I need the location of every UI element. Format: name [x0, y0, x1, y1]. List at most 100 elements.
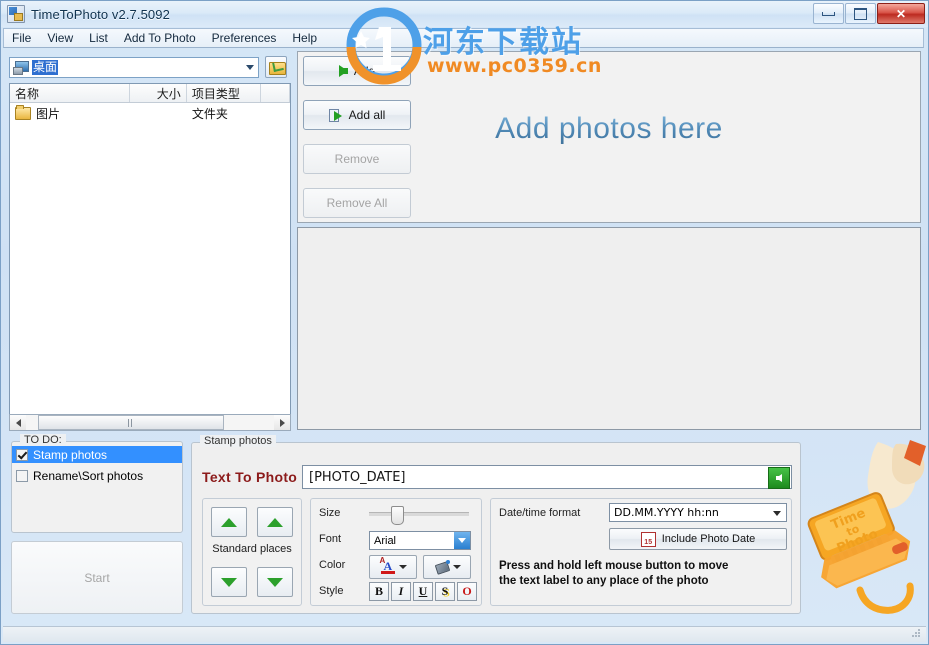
application-window: TimeToPhoto v2.7.5092 ✕ File View List A… [0, 0, 929, 645]
add-all-icon [328, 108, 343, 122]
green-back-arrow-icon[interactable] [768, 467, 790, 489]
checkbox-rename-sort-photos[interactable] [16, 469, 28, 482]
chevron-down-icon[interactable] [246, 64, 254, 70]
chevron-down-icon[interactable] [452, 565, 461, 569]
chevron-down-icon[interactable] [398, 565, 407, 569]
size-slider-thumb[interactable] [391, 506, 404, 525]
standard-places-label: Standard places [212, 543, 292, 555]
resize-grip[interactable] [911, 628, 922, 639]
close-button[interactable]: ✕ [877, 3, 925, 24]
status-bar [3, 626, 926, 642]
column-header-extra[interactable] [261, 84, 290, 102]
file-list-hscrollbar[interactable] [9, 414, 291, 431]
photo-list-area[interactable] [297, 227, 921, 430]
file-type-cell: 文件夹 [191, 106, 228, 121]
calendar-icon: 15 [640, 531, 656, 547]
datetime-format-value: DD.MM.YYYY hh:nn [614, 506, 719, 519]
menu-item-list[interactable]: List [81, 29, 116, 47]
place-top-left-button[interactable] [211, 507, 247, 537]
add-button-label: Add [353, 64, 376, 78]
add-all-button[interactable]: Add all [303, 100, 411, 130]
todo-group: TO DO: Stamp photos Rename\Sort photos [11, 434, 183, 533]
window-title: TimeToPhoto v2.7.5092 [31, 6, 170, 22]
path-combobox[interactable]: 桌面 [9, 56, 259, 78]
bold-button[interactable]: B [369, 582, 389, 601]
chevron-down-icon[interactable] [773, 511, 781, 516]
stamp-photos-group: Stamp photos Text To Photo [PHOTO_DATE] … [191, 435, 801, 614]
menu-item-help[interactable]: Help [284, 29, 325, 47]
datetime-format-combobox[interactable]: DD.MM.YYYY hh:nn [609, 503, 787, 522]
move-label-hint-line2: the text label to any place of the photo [499, 575, 709, 587]
window-controls: ✕ [813, 3, 925, 24]
svg-text:Photo: Photo [835, 527, 880, 557]
start-button-label: Start [84, 570, 110, 585]
place-bottom-left-button[interactable] [211, 567, 247, 597]
scroll-right-icon[interactable] [274, 415, 290, 430]
title-bar: TimeToPhoto v2.7.5092 ✕ [1, 1, 928, 27]
path-row: 桌面 [9, 56, 291, 78]
checkbox-stamp-photos[interactable] [16, 448, 28, 461]
maximize-button[interactable] [845, 3, 876, 24]
stamp-photos-legend: Stamp photos [200, 435, 276, 447]
shadow-button[interactable]: S [435, 582, 455, 601]
outline-button[interactable]: O [457, 582, 477, 601]
browse-folder-button[interactable] [265, 56, 287, 78]
include-photo-date-button[interactable]: 15 Include Photo Date [609, 528, 787, 550]
datetime-format-label: Date/time format [499, 507, 581, 519]
path-value: 桌面 [32, 59, 59, 75]
svg-text:Time: Time [829, 506, 868, 533]
scroll-thumb[interactable] [38, 415, 224, 430]
text-to-photo-label: Text To Photo [202, 469, 298, 485]
column-header-type[interactable]: 项目类型 [187, 84, 262, 102]
start-button[interactable]: Start [11, 541, 183, 614]
table-row[interactable]: 图片 文件夹 [10, 103, 290, 123]
italic-button[interactable]: I [391, 582, 411, 601]
menu-item-preferences[interactable]: Preferences [204, 29, 285, 47]
move-label-hint: Press and hold left mouse button to move… [499, 559, 789, 589]
fill-color-button[interactable] [423, 555, 471, 579]
app-icon [7, 5, 25, 23]
scroll-track[interactable] [26, 415, 274, 430]
todo-item-rename-sort-photos-label: Rename\Sort photos [33, 468, 144, 483]
font-settings-panel: Size Font Arial Color AA Style B I U S O [310, 498, 482, 606]
svg-text:to: to [845, 522, 862, 539]
file-list-header: 名称 大小 项目类型 [10, 84, 290, 103]
todo-item-rename-sort-photos[interactable]: Rename\Sort photos [12, 467, 182, 484]
font-value: Arial [374, 534, 397, 547]
font-combobox[interactable]: Arial [369, 531, 471, 550]
chevron-down-icon[interactable] [454, 532, 470, 549]
transfer-buttons: Add Add all Remove Remove All [303, 56, 411, 232]
file-list[interactable]: 名称 大小 项目类型 图片 文件夹 [9, 83, 291, 423]
include-photo-date-label: Include Photo Date [661, 533, 756, 545]
size-slider[interactable] [369, 506, 469, 525]
arrow-right-icon [338, 65, 348, 77]
column-header-size[interactable]: 大小 [130, 84, 187, 102]
menu-item-add-to-photo[interactable]: Add To Photo [116, 29, 204, 47]
fill-color-icon [434, 560, 450, 574]
font-label: Font [319, 533, 342, 545]
color-label: Color [319, 559, 346, 571]
add-button[interactable]: Add [303, 56, 411, 86]
remove-button[interactable]: Remove [303, 144, 411, 174]
menu-item-view[interactable]: View [39, 29, 81, 47]
file-name-cell: 图片 [10, 104, 130, 122]
place-bottom-right-button[interactable] [257, 567, 293, 597]
font-color-icon: AA [380, 556, 396, 574]
place-top-right-button[interactable] [257, 507, 293, 537]
menu-item-file[interactable]: File [4, 29, 39, 47]
column-header-name[interactable]: 名称 [10, 84, 130, 102]
font-color-button[interactable]: AA [369, 555, 417, 579]
remove-all-button[interactable]: Remove All [303, 188, 411, 218]
size-label: Size [319, 507, 341, 519]
scroll-left-icon[interactable] [10, 415, 26, 430]
todo-item-stamp-photos[interactable]: Stamp photos [12, 446, 182, 463]
add-all-button-label: Add all [348, 108, 386, 122]
date-settings-panel: Date/time format DD.MM.YYYY hh:nn 15 Inc… [490, 498, 792, 606]
underline-button[interactable]: U [413, 582, 433, 601]
minimize-button[interactable] [813, 3, 844, 24]
folder-icon [15, 104, 31, 120]
text-to-photo-input[interactable]: [PHOTO_DATE] [302, 465, 792, 489]
todo-item-stamp-photos-label: Stamp photos [33, 447, 108, 462]
stamp-illustration: Time to Photo [800, 440, 926, 630]
file-name-text: 图片 [36, 106, 61, 121]
